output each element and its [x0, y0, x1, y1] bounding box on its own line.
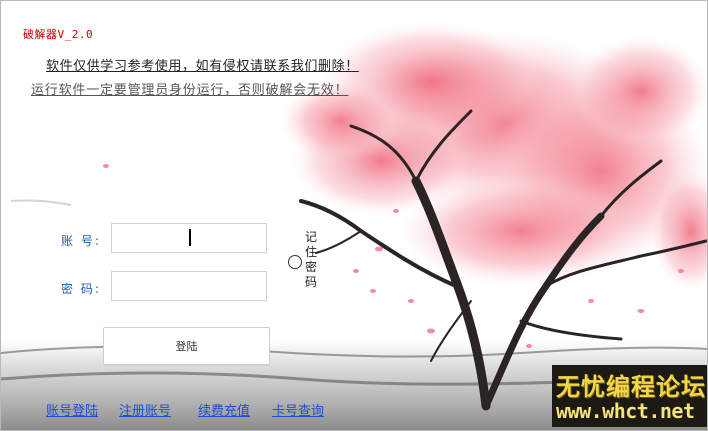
password-input[interactable]	[111, 271, 267, 301]
password-label: 密 码:	[61, 282, 101, 296]
login-window: 破解器V_2.0 软件仅供学习参考使用，如有侵权请联系我们删除！ 运行软件一定要…	[0, 0, 708, 431]
remember-password-label[interactable]: 记住密码	[305, 230, 319, 290]
card-query-link[interactable]: 卡号查询	[272, 400, 324, 419]
text-caret	[189, 229, 191, 246]
site-watermark: 无忧编程论坛 www.whct.net	[552, 365, 707, 427]
window-title: 破解器V_2.0	[23, 28, 94, 41]
remember-password-radio[interactable]	[288, 255, 302, 269]
disclaimer-notice: 软件仅供学习参考使用，如有侵权请联系我们删除！	[46, 59, 359, 74]
renew-link[interactable]: 续费充值	[198, 400, 250, 419]
watermark-name: 无忧编程论坛	[556, 372, 706, 401]
login-button[interactable]: 登陆	[103, 327, 270, 365]
corner-fold-decoration	[687, 1, 707, 21]
register-link[interactable]: 注册账号	[119, 400, 171, 419]
account-login-link[interactable]: 账号登陆	[46, 400, 98, 419]
account-label: 账 号:	[61, 234, 101, 248]
admin-run-notice: 运行软件一定要管理员身份运行，否则破解会无效！	[31, 83, 349, 98]
watermark-url: www.whct.net	[556, 399, 695, 423]
